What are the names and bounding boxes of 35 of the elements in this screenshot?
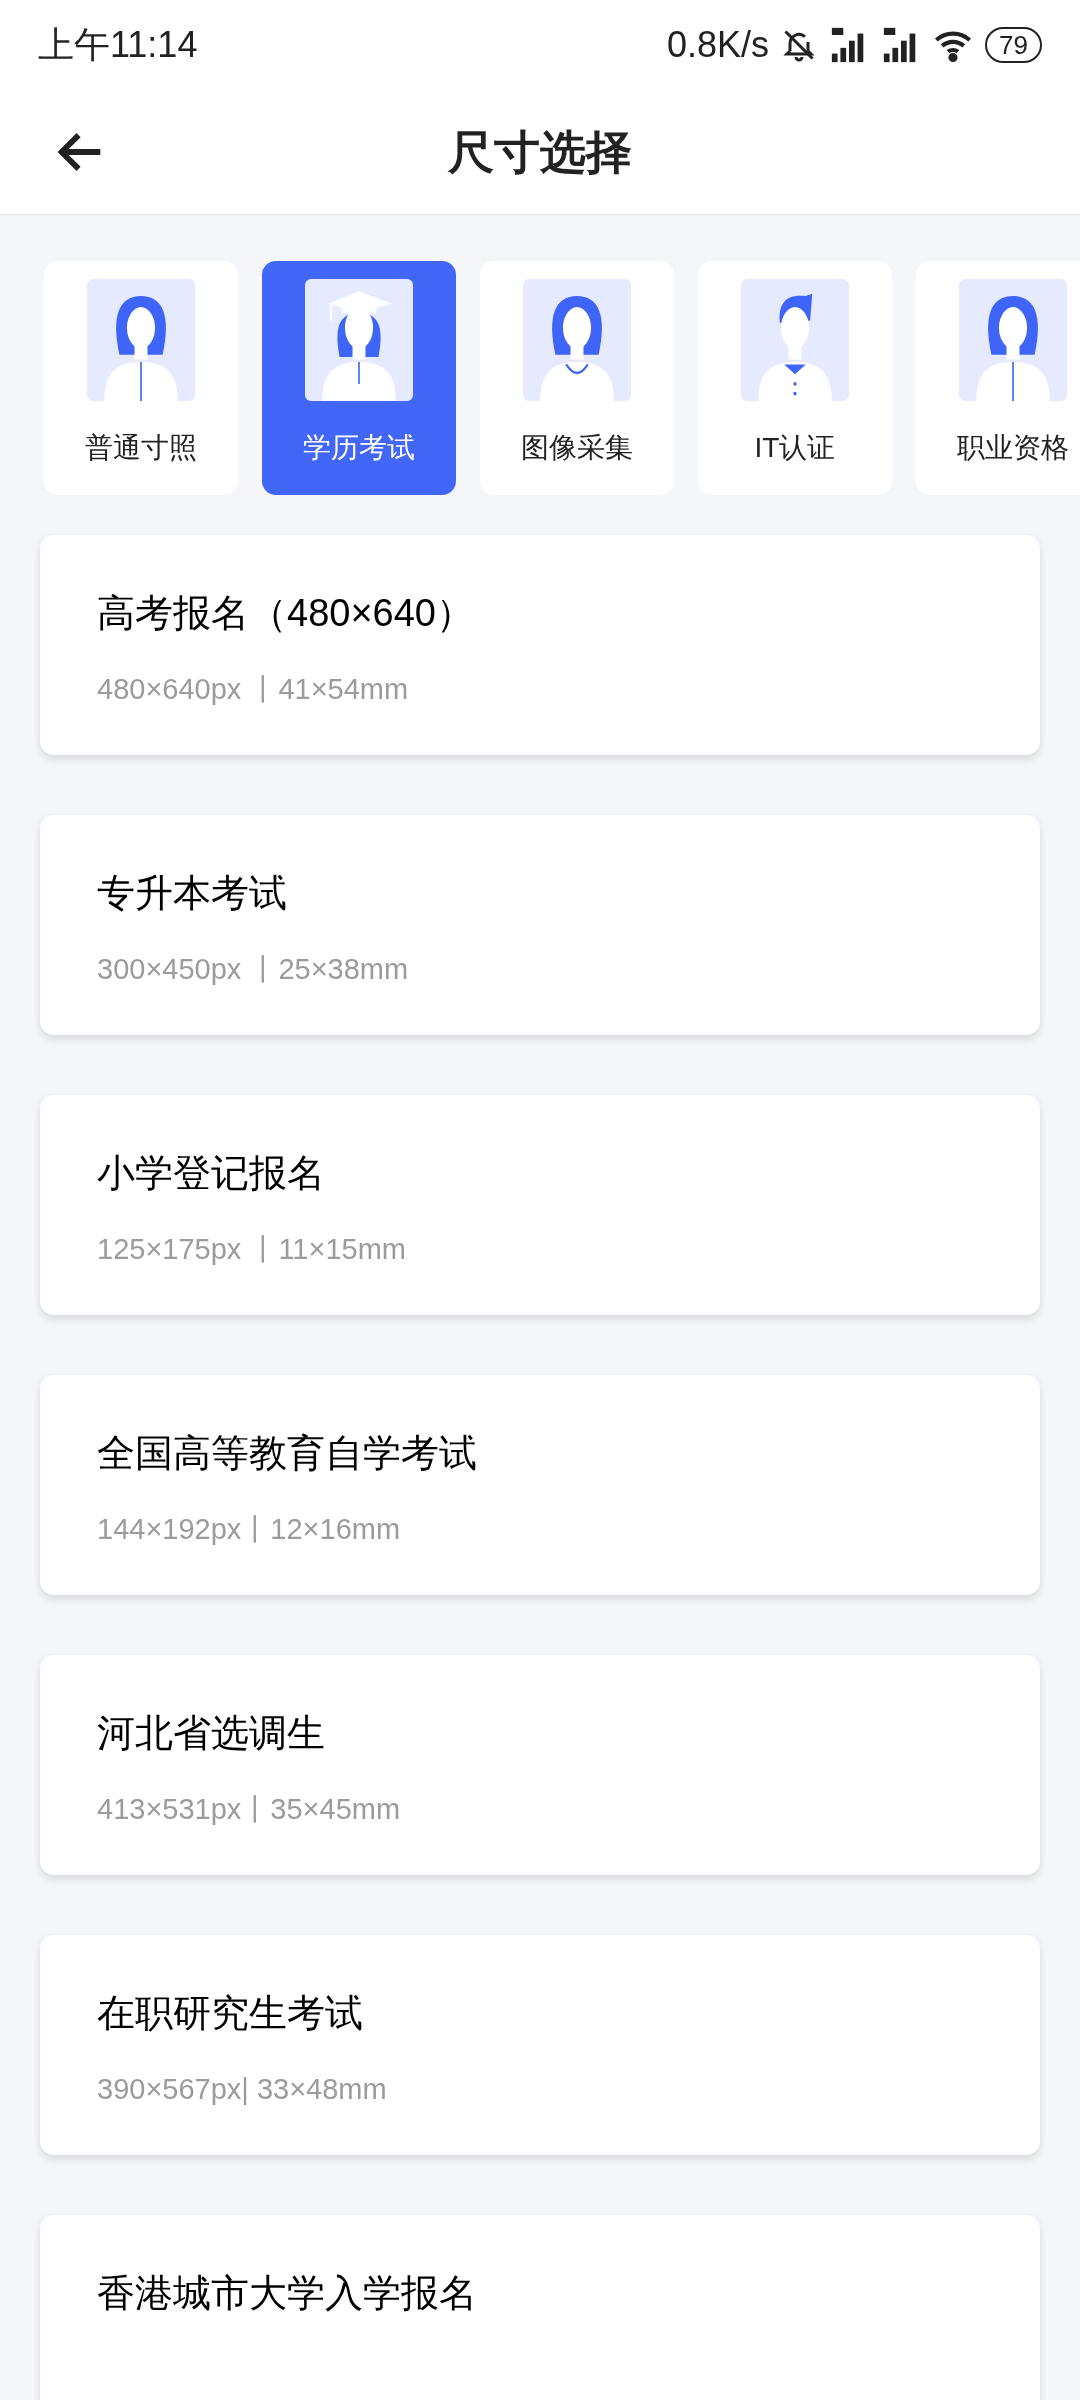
size-card[interactable]: 在职研究生考试 390×567px| 33×48mm (40, 1935, 1040, 2155)
avatar-icon (523, 279, 631, 401)
size-spec: 480×640px 丨41×54mm (97, 672, 410, 707)
size-spec: 300×450px 丨25×38mm (97, 952, 410, 987)
size-spec: 125×175px 丨11×15mm (97, 1232, 407, 1267)
category-tab[interactable]: 职业资格 (916, 261, 1080, 495)
muted-bell-icon (781, 27, 818, 63)
size-card[interactable]: 全国高等教育自学考试 144×192px丨12×16mm (40, 1375, 1040, 1595)
size-name: 专升本考试 (97, 871, 288, 916)
size-card[interactable]: 小学登记报名 125×175px 丨11×15mm (40, 1095, 1040, 1315)
size-card[interactable]: 香港城市大学入学报名 (40, 2215, 1040, 2400)
size-spec: 144×192px丨12×16mm (97, 1512, 402, 1547)
category-tab[interactable]: 学历考试 (262, 261, 456, 495)
size-spec: 390×567px| 33×48mm (97, 2072, 388, 2107)
category-tab[interactable]: IT认证 (698, 261, 892, 495)
network-speed: 0.8K/s (667, 23, 770, 67)
size-card[interactable]: 河北省选调生 413×531px丨35×45mm (40, 1655, 1040, 1875)
avatar-icon (741, 279, 849, 401)
avatar-icon (87, 279, 195, 401)
size-card[interactable]: 高考报名（480×640） 480×640px 丨41×54mm (40, 535, 1040, 755)
size-name: 小学登记报名 (97, 1151, 326, 1196)
category-tab[interactable]: 普通寸照 (44, 261, 238, 495)
category-tab[interactable]: 图像采集 (480, 261, 674, 495)
size-spec: 413×531px丨35×45mm (97, 1792, 402, 1827)
size-name: 全国高等教育自学考试 (97, 1431, 478, 1476)
page-title: 尺寸选择 (448, 124, 632, 180)
size-name: 在职研究生考试 (97, 1991, 364, 2036)
battery-indicator: 79 (985, 27, 1042, 63)
avatar-icon (305, 279, 413, 401)
avatar-icon (959, 279, 1067, 401)
size-card[interactable]: 专升本考试 300×450px 丨25×38mm (40, 815, 1040, 1035)
size-name: 河北省选调生 (97, 1711, 326, 1756)
size-name: 香港城市大学入学报名 (97, 2271, 478, 2316)
size-name: 高考报名（480×640） (97, 591, 475, 636)
status-time: 上午11:14 (38, 23, 198, 67)
